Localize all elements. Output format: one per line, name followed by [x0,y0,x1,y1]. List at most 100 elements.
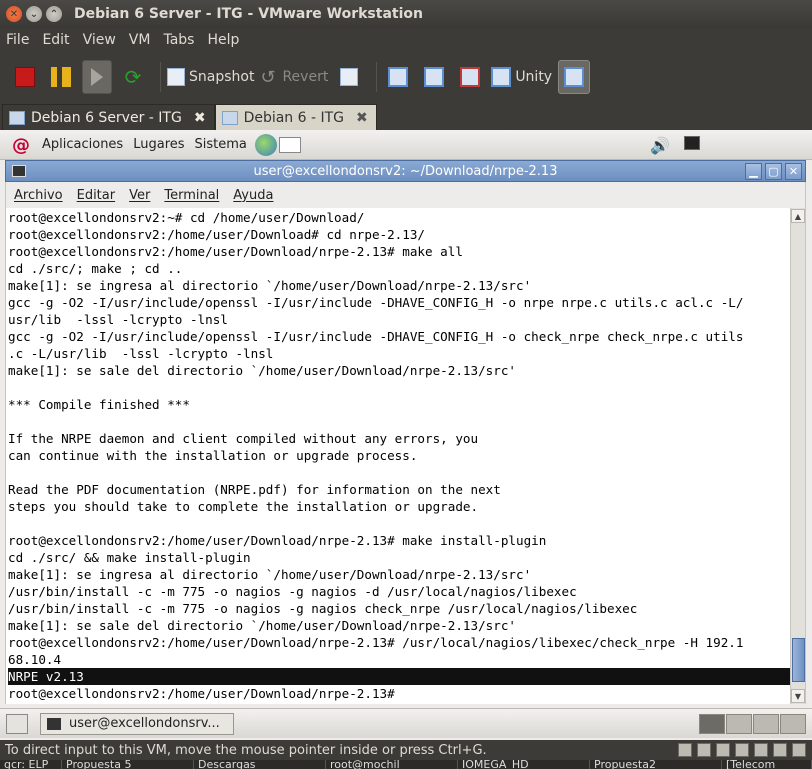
message-status-icon[interactable] [792,743,806,757]
window-maximize-button[interactable]: ⌃ [46,6,62,22]
host-task-item[interactable]: Descargas [194,760,326,769]
snapshot-manager-icon [340,68,359,86]
taskbar-terminal-window[interactable]: user@excellondonsrv... [40,712,234,735]
host-task-item[interactable]: [Telecom [722,760,812,769]
volume-icon[interactable]: 🔊 [650,136,670,155]
revert-label: Revert [282,69,329,85]
terminal-line: make[1]: se sale del directorio `/home/u… [8,363,516,378]
show-sidebar-button[interactable] [383,60,413,94]
terminal-output[interactable]: root@excellondonsrv2:~# cd /home/user/Do… [5,208,790,704]
pause-icon [51,67,71,87]
play-icon [91,68,103,86]
terminal-line: gcc -g -O2 -I/usr/include/openssl -I/usr… [8,329,744,344]
window-close-button[interactable]: ✕ [6,6,22,22]
sound-status-icon[interactable] [773,743,787,757]
terminal-line: root@excellondonsrv2:~# cd /home/user/Do… [8,210,365,225]
window-minimize-button[interactable]: ⌄ [26,6,42,22]
menu-edit[interactable]: Edit [42,32,69,48]
printer-status-icon[interactable] [754,743,768,757]
terminal-line: make[1]: se ingresa al directorio `/home… [8,567,532,582]
host-task-item[interactable]: IOMEGA_HD [458,760,590,769]
terminal-icon [12,165,26,177]
workspace-4[interactable] [780,713,806,734]
host-task-item[interactable]: Propuesta2 [590,760,722,769]
terminal-maximize-button[interactable]: ▢ [765,162,782,180]
menu-vm[interactable]: VM [129,32,151,48]
host-task-item[interactable]: Propuesta 5 [62,760,194,769]
menubar: File Edit View VM Tabs Help [0,28,812,52]
terminal-line: steps you should take to complete the in… [8,499,479,514]
show-console-button[interactable] [419,60,449,94]
show-desktop-icon[interactable] [6,713,28,734]
fullscreen-icon [460,67,481,87]
terminal-line: .c -L/usr/lib -lssl -lcrypto -lnsl [8,346,274,361]
unity-label: Unity [515,69,553,85]
unity-button[interactable]: Unity [491,60,552,94]
terminal-tray-icon[interactable] [684,136,700,150]
browser-launcher-icon[interactable] [254,133,277,156]
terminal-line: make[1]: se ingresa al directorio `/home… [8,278,532,293]
hdd-status-icon[interactable] [678,743,692,757]
menu-view[interactable]: View [83,32,116,48]
vm-tabs: Debian 6 Server - ITG ✖ Debian 6 - ITG ✖ [0,102,812,130]
close-tab-icon[interactable]: ✖ [194,110,206,126]
terminal-line: /usr/bin/install -c -m 775 -o nagios -g … [8,601,638,616]
usb-status-icon[interactable] [735,743,749,757]
network-status-icon[interactable] [716,743,730,757]
terminal-line: If the NRPE daemon and client compiled w… [8,431,479,446]
power-on-button[interactable] [82,60,112,94]
suspend-button[interactable] [46,60,76,94]
terminal-close-button[interactable]: ✕ [785,162,802,180]
host-task-item[interactable]: root@mochil [326,760,458,769]
terminal-line: can continue with the installation or up… [8,448,418,463]
workspace-1[interactable] [699,713,725,734]
quick-switch-icon [564,67,585,87]
quick-switch-button[interactable] [558,60,591,94]
tab-label: Debian 6 - ITG [243,109,345,126]
full-screen-button[interactable] [455,60,485,94]
window-titlebar: ✕ ⌄ ⌃ Debian 6 Server - ITG - VMware Wor… [0,0,812,28]
terminal-title: user@excellondonsrv2: ~/Download/nrpe-2.… [253,163,558,179]
terminal-line: make[1]: se sale del directorio `/home/u… [8,618,516,633]
workspace-3[interactable] [753,713,779,734]
tab-debian-6-server-itg[interactable]: Debian 6 Server - ITG ✖ [2,104,215,130]
menu-aplicaciones[interactable]: Aplicaciones [42,137,123,152]
scroll-up-icon[interactable]: ▲ [791,209,805,223]
terminal-menu-ayuda[interactable]: Ayuda [233,188,273,203]
terminal-menu-ver[interactable]: Ver [129,188,150,203]
menu-sistema[interactable]: Sistema [195,137,247,152]
terminal-line: Read the PDF documentation (NRPE.pdf) fo… [8,482,501,497]
mail-launcher-icon[interactable] [278,136,301,153]
vm-icon [9,110,25,125]
terminal-text: root@excellondonsrv2:~# cd /home/user/Do… [6,208,790,702]
close-tab-icon[interactable]: ✖ [356,110,368,126]
snapshot-button[interactable]: Snapshot [167,60,254,94]
terminal-scrollbar[interactable]: ▲ ▼ [790,208,806,704]
terminal-menu-archivo[interactable]: Archivo [14,188,63,203]
terminal-line: cd ./src/ && make install-plugin [8,550,251,565]
menu-lugares[interactable]: Lugares [133,137,184,152]
vm-display[interactable]: @ Aplicaciones Lugares Sistema 🔊 user@ex… [0,130,812,740]
menu-help[interactable]: Help [207,32,239,48]
power-off-button[interactable] [10,60,40,94]
status-bar: To direct input to this VM, move the mou… [0,740,812,760]
terminal-line: *** Compile finished *** [8,397,190,412]
cdrom-status-icon[interactable] [697,743,711,757]
snapshot-manager-button[interactable] [334,60,364,94]
menu-file[interactable]: File [6,32,29,48]
status-text: To direct input to this VM, move the mou… [5,742,487,758]
menu-tabs[interactable]: Tabs [163,32,194,48]
tab-debian-6-itg[interactable]: Debian 6 - ITG ✖ [214,104,377,130]
terminal-minimize-button[interactable]: ▁ [745,162,762,180]
scroll-down-icon[interactable]: ▼ [791,689,805,703]
host-task-item[interactable]: gcr: ELP [0,760,62,769]
reset-button[interactable]: ⟳ [118,60,148,94]
revert-button[interactable]: ↺ Revert [260,60,328,94]
workspace-2[interactable] [726,713,752,734]
terminal-menu-terminal[interactable]: Terminal [164,188,219,203]
terminal-menu-editar[interactable]: Editar [77,188,116,203]
scroll-thumb[interactable] [792,638,805,682]
revert-icon: ↺ [260,67,276,88]
